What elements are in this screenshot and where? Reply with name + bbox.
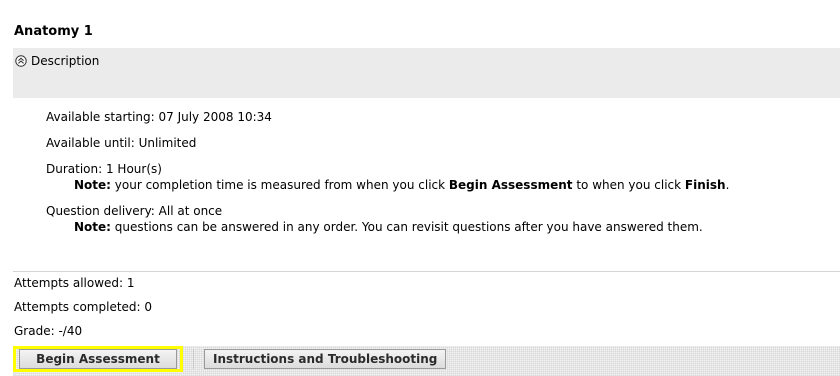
- duration-note-label: Note:: [74, 178, 111, 192]
- available-until: Available until: Unlimited: [46, 136, 197, 150]
- grade: Grade: -/40: [14, 324, 83, 338]
- question-delivery: Question delivery: All at once: [46, 204, 223, 218]
- description-toggle[interactable]: Description: [15, 54, 99, 68]
- delivery-note: Note: questions can be answered in any o…: [74, 220, 703, 234]
- duration-note-begin: Begin Assessment: [448, 178, 573, 192]
- chevron-up-circle-icon[interactable]: [15, 55, 27, 67]
- assessment-page: Anatomy 1 Description Available starting…: [0, 0, 840, 376]
- attempts-allowed: Attempts allowed: 1: [14, 276, 135, 290]
- duration: Duration: 1 Hour(s): [46, 162, 162, 176]
- action-button-bar: Begin Assessment Instructions and Troubl…: [13, 346, 840, 376]
- assessment-title: Anatomy 1: [14, 24, 93, 39]
- description-label[interactable]: Description: [31, 54, 99, 68]
- duration-note-text-1: your completion time is measured from wh…: [110, 178, 449, 192]
- delivery-note-label: Note:: [74, 220, 111, 234]
- instructions-troubleshooting-button[interactable]: Instructions and Troubleshooting: [204, 349, 447, 369]
- description-panel: Description: [13, 48, 840, 98]
- duration-note: Note: your completion time is measured f…: [74, 178, 729, 192]
- section-divider: [13, 271, 840, 272]
- duration-note-finish: Finish: [684, 178, 726, 192]
- duration-note-text-2: to when you click: [572, 178, 685, 192]
- begin-assessment-button[interactable]: Begin Assessment: [19, 349, 177, 369]
- attempts-completed: Attempts completed: 0: [14, 300, 153, 314]
- button-separator: [193, 349, 194, 369]
- delivery-note-text: questions can be answered in any order. …: [110, 220, 703, 234]
- duration-note-text-3: .: [725, 178, 730, 192]
- available-starting: Available starting: 07 July 2008 10:34: [46, 110, 272, 124]
